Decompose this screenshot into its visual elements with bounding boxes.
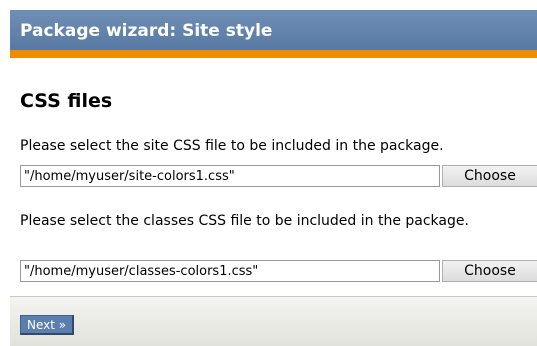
wizard-title: Package wizard: Site style bbox=[20, 21, 273, 41]
package-wizard: Package wizard: Site style CSS files Ple… bbox=[10, 10, 537, 346]
site-css-file-input[interactable] bbox=[20, 165, 440, 187]
accent-bar bbox=[10, 50, 537, 58]
wizard-titlebar: Package wizard: Site style bbox=[10, 10, 537, 50]
site-css-description: Please select the site CSS file to be in… bbox=[20, 138, 444, 154]
classes-css-description: Please select the classes CSS file to be… bbox=[20, 213, 469, 229]
site-css-choose-button[interactable]: Choose bbox=[442, 165, 537, 187]
wizard-content: CSS files Please select the site CSS fil… bbox=[10, 58, 537, 296]
next-button[interactable]: Next » bbox=[20, 315, 75, 335]
classes-css-file-input[interactable] bbox=[20, 260, 440, 282]
wizard-footer: Next » bbox=[10, 296, 537, 346]
classes-css-choose-button[interactable]: Choose bbox=[442, 260, 537, 282]
section-heading: CSS files bbox=[20, 90, 113, 112]
